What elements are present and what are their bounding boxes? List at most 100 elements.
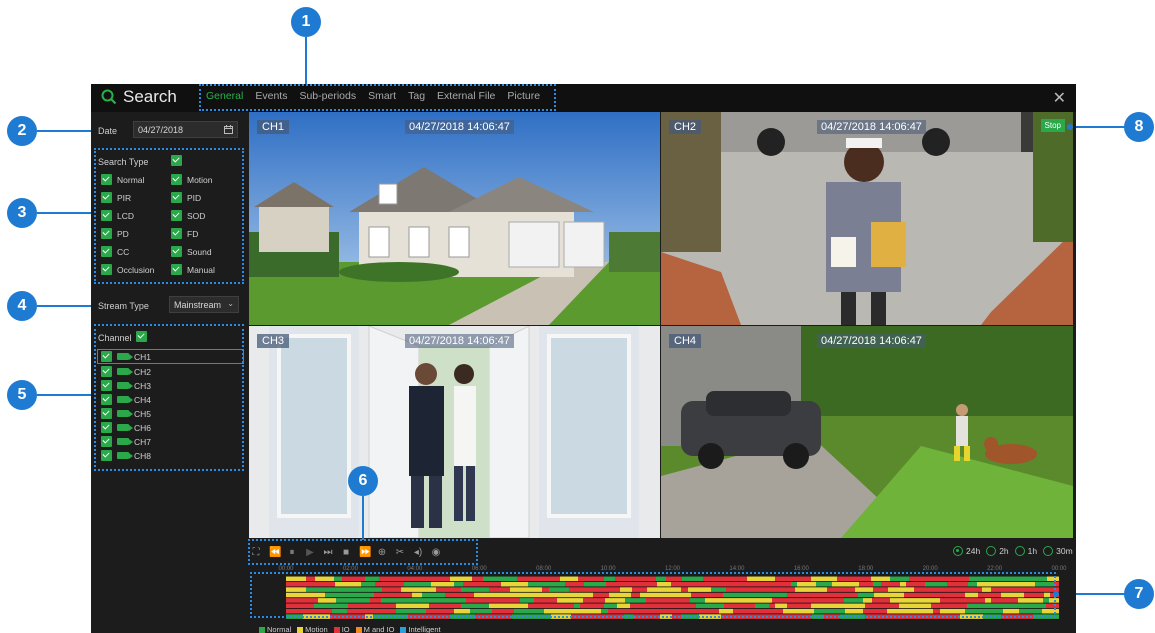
search-type-normal[interactable]: Normal: [101, 174, 144, 185]
tab-tag[interactable]: Tag: [408, 90, 425, 102]
timeline-segment: [489, 587, 510, 592]
tab-sub-periods[interactable]: Sub-periods: [299, 90, 356, 102]
search-type-lcd[interactable]: LCD: [101, 210, 134, 221]
search-type-cc[interactable]: CC: [101, 246, 129, 257]
timeline-segment: [889, 581, 900, 587]
date-value: 04/27/2018: [138, 125, 184, 135]
timeline-segment: [699, 614, 721, 619]
search-type-manual[interactable]: Manual: [171, 264, 215, 275]
timeline-segment: [404, 581, 412, 587]
zoom-option-2h[interactable]: 2h: [986, 546, 1009, 556]
timeline-segment: [571, 614, 597, 619]
timeline-segment: [877, 614, 912, 619]
zoom-option-30m[interactable]: 30m: [1043, 546, 1073, 556]
video-tile-ch4[interactable]: CH4 04/27/2018 14:06:47: [661, 326, 1073, 538]
timeline-segment: [656, 576, 666, 582]
video-tile-ch2[interactable]: CH2 04/27/2018 14:06:47 Stop: [661, 112, 1073, 325]
timeline-segment: [1019, 608, 1042, 614]
timeline-segment: [431, 581, 454, 587]
slow-icon[interactable]: ⏸: [287, 548, 297, 558]
next-frame-icon[interactable]: ⏭: [323, 548, 333, 558]
channel-row-ch2[interactable]: CH2: [101, 366, 151, 377]
search-type-sod[interactable]: SOD: [171, 210, 205, 221]
tab-picture[interactable]: Picture: [507, 90, 540, 102]
timeline-segment: [557, 598, 583, 603]
timeline-segment: [791, 581, 797, 587]
zoom-option-1h[interactable]: 1h: [1014, 546, 1037, 556]
timeline-segment: [381, 608, 396, 614]
play-icon[interactable]: ▶: [305, 548, 315, 558]
zoom-option-24h[interactable]: 24h: [953, 546, 980, 556]
stream-type-select[interactable]: Mainstream ⌄: [169, 296, 239, 313]
timeline-segment: [528, 603, 536, 609]
fast-forward-icon[interactable]: ⏩: [359, 548, 371, 558]
yard-scene-image: [661, 326, 1073, 538]
snapshot-icon[interactable]: ◉: [431, 548, 441, 558]
timeline-segment: [336, 598, 370, 603]
tab-general[interactable]: General: [206, 90, 243, 102]
timeline-segment: [795, 587, 827, 592]
tab-smart[interactable]: Smart: [368, 90, 396, 102]
tab-external-file[interactable]: External File: [437, 90, 495, 102]
stop-button[interactable]: Stop: [1040, 119, 1065, 132]
search-type-sound[interactable]: Sound: [171, 246, 212, 257]
search-type-pir[interactable]: PIR: [101, 192, 131, 203]
timeline-segment: [947, 581, 968, 587]
timeline-segment: [286, 608, 315, 614]
timeline-segment: [454, 608, 470, 614]
search-icon: [101, 89, 117, 105]
tab-events[interactable]: Events: [255, 90, 287, 102]
video-tile-ch3[interactable]: CH3 04/27/2018 14:06:47: [249, 326, 660, 538]
calendar-icon[interactable]: [224, 125, 233, 134]
timeline-tick-label: 06:00: [471, 566, 487, 572]
timeline-segment: [779, 587, 795, 592]
channel-row-ch3[interactable]: CH3: [101, 380, 151, 391]
timeline-tick-label: 00:00: [278, 566, 294, 572]
search-type-occlusion[interactable]: Occlusion: [101, 264, 154, 275]
timeline-segment: [888, 587, 895, 592]
clip-icon[interactable]: ✂: [395, 548, 405, 558]
timeline-segment: [804, 576, 811, 582]
channel-row-ch5[interactable]: CH5: [101, 408, 151, 419]
timeline-segment: [574, 603, 580, 609]
date-field[interactable]: 04/27/2018: [133, 121, 238, 138]
search-type-motion[interactable]: Motion: [171, 174, 213, 185]
search-type-pd[interactable]: PD: [101, 228, 129, 239]
stop-icon[interactable]: ■: [341, 548, 351, 558]
timeline-segment: [348, 603, 381, 609]
rewind-icon[interactable]: ⏪: [269, 548, 281, 558]
timeline-segment: [654, 598, 662, 603]
timeline-bars[interactable]: [286, 576, 1059, 620]
timeline-segment: [580, 603, 604, 609]
search-type-all-checkbox[interactable]: [171, 155, 182, 166]
search-type-pid[interactable]: PID: [171, 192, 201, 203]
channel-all-checkbox[interactable]: [136, 331, 147, 342]
timeline-segment: [775, 608, 783, 614]
timeline-segment: [495, 581, 501, 587]
timeline-segment: [715, 592, 723, 598]
search-type-fd[interactable]: FD: [171, 228, 198, 239]
timestamp-ch1: 04/27/2018 14:06:47: [405, 120, 514, 134]
channel-row-ch8[interactable]: CH8: [101, 450, 151, 461]
timeline-segment: [634, 576, 656, 582]
channel-row-ch4[interactable]: CH4: [101, 394, 151, 405]
close-icon[interactable]: ✕: [1053, 88, 1066, 108]
channel-row-ch1[interactable]: CH1: [97, 349, 244, 364]
timeline-segment: [536, 592, 550, 598]
channel-row-ch7[interactable]: CH7: [101, 436, 151, 447]
timeline-segment: [985, 598, 991, 603]
timeline-segment: [824, 614, 840, 619]
audio-icon[interactable]: ◂): [413, 548, 423, 558]
channel-label: Channel: [98, 333, 132, 343]
video-tile-ch1[interactable]: CH1 04/27/2018 14:06:47: [249, 112, 660, 325]
timeline-tick-label: 20:00: [922, 566, 938, 572]
timeline-segment: [965, 608, 976, 614]
window-title-text: Search: [123, 87, 177, 106]
timeline[interactable]: 00:00 02:00 04:00 06:00 08:00 10:00 12:00 14:00…: [251, 566, 1067, 620]
fullscreen-icon[interactable]: ⛶: [251, 548, 261, 558]
channel-row-ch6[interactable]: CH6: [101, 422, 151, 433]
timeline-segment: [749, 608, 775, 614]
callout-badge-1: 1: [291, 7, 321, 37]
timeline-segment: [492, 608, 514, 614]
zoom-icon[interactable]: ⊕: [377, 548, 387, 558]
